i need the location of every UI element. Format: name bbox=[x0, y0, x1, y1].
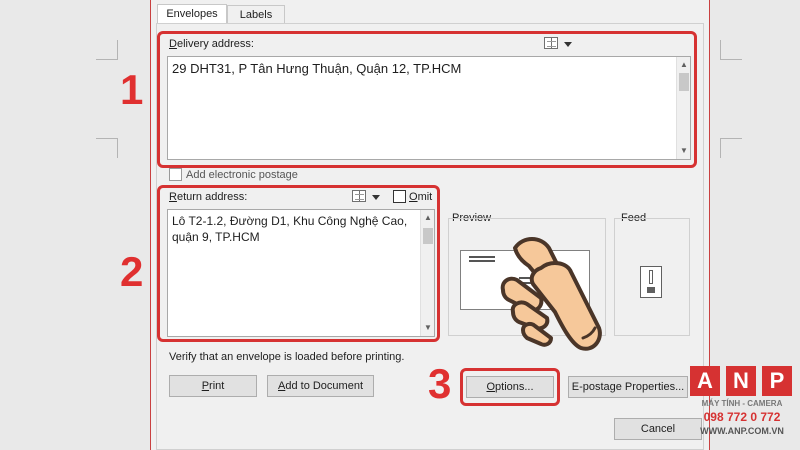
add-electronic-postage-label: Add electronic postage bbox=[186, 169, 298, 181]
tab-envelopes-label: Envelopes bbox=[166, 8, 218, 20]
logo-letter: N bbox=[726, 366, 756, 396]
anp-logo: A N P MÁY TÍNH - CAMERA 098 772 0 772 WW… bbox=[690, 366, 800, 450]
logo-tagline: MÁY TÍNH - CAMERA bbox=[701, 399, 783, 408]
verify-envelope-text: Verify that an envelope is loaded before… bbox=[169, 351, 405, 363]
e-postage-properties-button[interactable]: E-postage Properties... bbox=[568, 376, 688, 398]
page-corner-mark bbox=[96, 40, 118, 60]
print-button[interactable]: Print bbox=[169, 375, 257, 397]
page-corner-mark bbox=[720, 138, 742, 158]
logo-letter: A bbox=[690, 366, 720, 396]
logo-phone: 098 772 0 772 bbox=[703, 410, 781, 424]
add-to-document-button[interactable]: Add to Document bbox=[267, 375, 374, 397]
tab-labels-label: Labels bbox=[239, 9, 273, 21]
page-corner-mark bbox=[720, 40, 742, 60]
tab-envelopes[interactable]: Envelopes bbox=[157, 4, 227, 24]
pointing-hand-icon bbox=[500, 237, 602, 351]
cancel-button[interactable]: Cancel bbox=[614, 418, 702, 440]
annotation-number-1: 1 bbox=[120, 66, 144, 113]
annotation-number-3: 3 bbox=[428, 360, 452, 407]
add-electronic-postage-checkbox[interactable] bbox=[169, 168, 182, 181]
highlight-options bbox=[460, 368, 560, 406]
highlight-delivery bbox=[157, 31, 697, 168]
logo-letter: P bbox=[762, 366, 792, 396]
highlight-return bbox=[157, 185, 440, 342]
tab-labels[interactable]: Labels bbox=[227, 5, 285, 25]
page-corner-mark bbox=[96, 138, 118, 158]
annotation-number-2: 2 bbox=[120, 248, 144, 295]
logo-website: WWW.ANP.COM.VN bbox=[700, 426, 784, 436]
feed-icon[interactable] bbox=[640, 266, 662, 298]
